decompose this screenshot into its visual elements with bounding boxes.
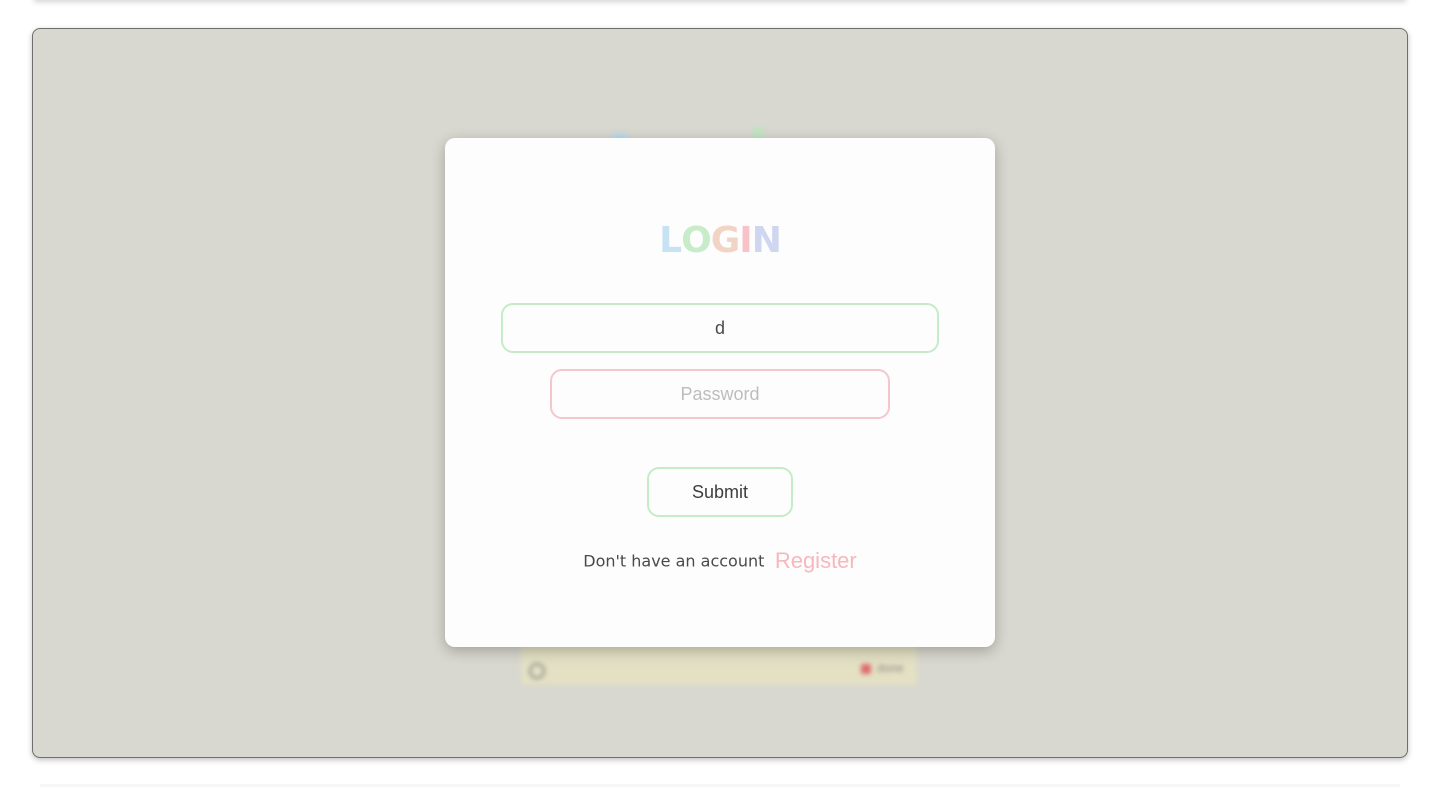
register-prompt: Don't have an account Register <box>445 548 995 574</box>
login-title-letter: I <box>739 220 752 261</box>
register-link[interactable]: Register <box>775 548 857 573</box>
background-task-item: done <box>521 641 917 685</box>
login-title: LOGIN <box>445 220 995 262</box>
login-title-letter: L <box>659 220 682 261</box>
login-title-letter: O <box>681 220 712 261</box>
no-account-text: Don't have an account <box>583 551 765 571</box>
background-task-status: done <box>877 661 904 675</box>
login-title-letter: G <box>710 220 741 261</box>
login-title-letter: N <box>751 220 782 261</box>
submit-button[interactable]: Submit <box>647 467 793 517</box>
background-task-radio <box>529 663 545 679</box>
password-input[interactable] <box>550 369 890 419</box>
username-input[interactable] <box>501 303 939 353</box>
login-card: LOGIN Submit Don't have an account Regis… <box>445 138 995 647</box>
background-task-checkbox <box>861 664 871 674</box>
